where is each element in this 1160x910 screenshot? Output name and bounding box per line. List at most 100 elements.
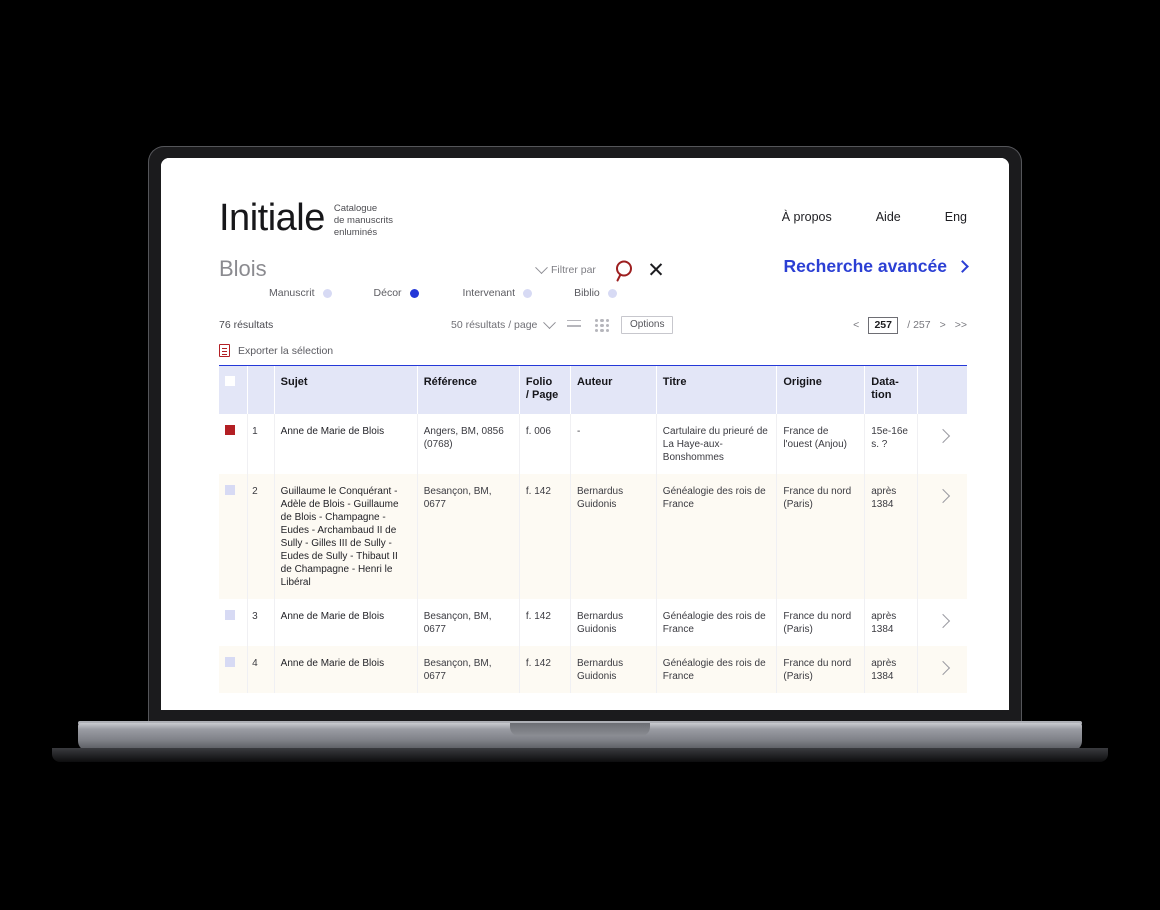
view-mode-switch (567, 318, 609, 332)
row-detail-cell[interactable] (917, 646, 967, 693)
cell-reference: Angers, BM, 0856 (0768) (417, 414, 520, 474)
cell-datation: après 1384 (864, 646, 919, 693)
chevron-right-icon[interactable] (935, 488, 950, 504)
nav-item-language[interactable]: Eng (945, 210, 967, 224)
row-index: 2 (247, 474, 275, 599)
column-header-folio[interactable]: Folio / Page (519, 366, 571, 414)
table-row[interactable]: 1 Anne de Marie de Blois Angers, BM, 085… (219, 414, 967, 474)
per-page-label: 50 résultats / page (451, 319, 538, 331)
facet-biblio-label: Biblio (574, 287, 600, 299)
row-checkbox[interactable] (225, 657, 235, 667)
pagination-page-input[interactable] (868, 316, 899, 334)
table-row[interactable]: 3 Anne de Marie de Blois Besançon, BM, 0… (219, 599, 967, 646)
row-checkbox[interactable] (225, 610, 235, 620)
facet-decor[interactable]: Décor (374, 287, 419, 299)
cell-sujet: Anne de Marie de Blois (274, 414, 418, 474)
facet-manuscrit[interactable]: Manuscrit (269, 287, 332, 299)
column-header-auteur[interactable]: Auteur (570, 366, 657, 414)
chevron-right-icon[interactable] (935, 660, 950, 676)
filter-by-toggle[interactable]: Filtrer par (535, 260, 596, 276)
list-view-icon[interactable] (567, 319, 581, 331)
brand-subtitle-line-2: de manuscrits (333, 215, 393, 226)
cell-folio: f. 006 (519, 414, 571, 474)
export-selection-row[interactable]: Exporter la sélection (161, 338, 1009, 365)
site-header: Initiale Catalogue de manuscrits enlumin… (161, 158, 1009, 254)
chevron-right-icon (956, 259, 969, 273)
row-detail-cell[interactable] (918, 599, 967, 646)
row-checkbox-cell[interactable] (219, 646, 249, 693)
advanced-search-label: Recherche avancée (783, 256, 947, 276)
column-header-detail (917, 366, 967, 414)
pagination-next[interactable]: > (940, 319, 946, 331)
column-header-folio-line-2: / Page (525, 388, 559, 401)
brand-subtitle: Catalogue de manuscrits enluminés (334, 203, 393, 239)
cell-titre: Généalogie des rois de France (656, 474, 778, 599)
row-checkbox-cell[interactable] (219, 474, 249, 599)
row-checkbox[interactable] (225, 485, 235, 495)
column-header-reference[interactable]: Référence (417, 366, 520, 414)
web-page: Initiale Catalogue de manuscrits enlumin… (161, 158, 1009, 710)
column-header-titre[interactable]: Titre (656, 366, 778, 414)
select-all-cell[interactable] (219, 366, 249, 414)
chevron-down-icon (535, 260, 548, 274)
grid-view-icon[interactable] (595, 318, 609, 332)
column-header-sujet[interactable]: Sujet (274, 366, 418, 414)
cell-titre: Cartulaire du prieuré de La Haye-aux-Bon… (656, 414, 778, 474)
cell-sujet: Anne de Marie de Blois (274, 646, 418, 693)
row-index: 3 (247, 599, 275, 646)
cell-reference: Besançon, BM, 0677 (417, 474, 520, 599)
row-detail-cell[interactable] (918, 414, 967, 474)
table-row[interactable]: 2 Guillaume le Conquérant - Adèle de Blo… (219, 474, 967, 599)
row-detail-cell[interactable] (917, 474, 967, 599)
pagination-last[interactable]: >> (955, 319, 967, 331)
cell-origine: France du nord (Paris) (776, 599, 866, 646)
chevron-right-icon[interactable] (935, 428, 950, 444)
cell-titre: Généalogie des rois de France (656, 599, 778, 646)
facet-biblio[interactable]: Biblio (574, 287, 617, 299)
row-index: 4 (247, 646, 275, 693)
cell-titre: Généalogie des rois de France (656, 646, 778, 693)
row-checkbox-cell[interactable] (219, 599, 249, 646)
advanced-search-link[interactable]: Recherche avancée (783, 256, 969, 277)
search-query-term[interactable]: Blois (219, 256, 267, 282)
pagination-total: / 257 (907, 319, 931, 331)
table-body: 1 Anne de Marie de Blois Angers, BM, 085… (219, 414, 967, 693)
nav-item-aide[interactable]: Aide (876, 210, 901, 224)
column-header-datation[interactable]: Data- tion (864, 366, 919, 414)
cell-origine: France du nord (Paris) (776, 646, 866, 693)
column-header-datation-line-2: tion (871, 388, 892, 401)
facet-decor-dot (409, 288, 419, 298)
result-count: 76 résultats (219, 319, 274, 331)
facet-intervenant[interactable]: Intervenant (463, 287, 533, 299)
per-page-select[interactable]: 50 résultats / page (451, 315, 557, 331)
cell-auteur: Bernardus Guidonis (570, 474, 657, 599)
cell-folio: f. 142 (519, 599, 571, 646)
pagination-prev[interactable]: < (853, 319, 859, 331)
close-icon[interactable]: ✕ (646, 260, 666, 281)
nav-item-a-propos[interactable]: À propos (782, 210, 832, 224)
select-all-checkbox[interactable] (225, 376, 235, 386)
column-header-folio-line-1: Folio (525, 376, 553, 388)
laptop-lid-notch (510, 723, 650, 736)
results-toolbar: 76 résultats 50 résultats / page Options… (161, 312, 1009, 338)
export-document-icon (219, 344, 230, 357)
row-checkbox-cell[interactable] (219, 414, 249, 474)
facet-intervenant-label: Intervenant (462, 287, 516, 299)
column-header-origine[interactable]: Origine (776, 366, 866, 414)
cell-folio: f. 142 (519, 474, 571, 599)
laptop-screen: Initiale Catalogue de manuscrits enlumin… (161, 158, 1009, 710)
options-button[interactable]: Options (621, 316, 674, 334)
column-header-index (247, 366, 275, 414)
facet-tabs: Manuscrit Décor Intervenant Biblio (219, 287, 689, 299)
export-selection-label: Exporter la sélection (238, 344, 334, 357)
cell-sujet: Guillaume le Conquérant - Adèle de Blois… (274, 474, 418, 599)
cell-reference: Besançon, BM, 0677 (417, 646, 520, 693)
table-row[interactable]: 4 Anne de Marie de Blois Besançon, BM, 0… (219, 646, 967, 693)
row-checkbox[interactable] (225, 425, 235, 435)
filter-by-label: Filtrer par (551, 264, 596, 276)
brand-subtitle-line-3: enluminés (333, 227, 378, 238)
search-icon[interactable] (613, 258, 639, 284)
brand-logo[interactable]: Initiale Catalogue de manuscrits enlumin… (219, 199, 393, 239)
chevron-right-icon[interactable] (935, 613, 950, 629)
facet-intervenant-dot (523, 288, 533, 298)
